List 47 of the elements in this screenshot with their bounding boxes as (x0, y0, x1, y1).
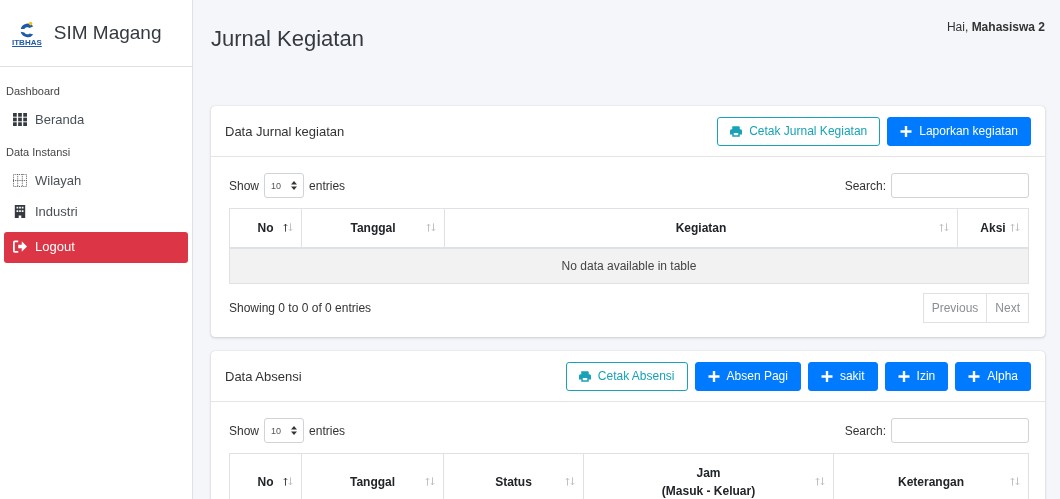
logout-button[interactable]: Logout (4, 232, 188, 263)
add-button[interactable]: Izin (884, 361, 949, 391)
sign-out-icon (13, 240, 27, 253)
column-header[interactable]: Jam (Masuk - Keluar) (583, 453, 834, 499)
show-label: Show (229, 178, 260, 193)
card-title: Data Jurnal kegiatan (225, 123, 345, 139)
sidebar-item[interactable]: Wilayah (4, 166, 188, 197)
column-header[interactable]: Tanggal (301, 453, 444, 499)
logo-text: ITBHAS (12, 37, 42, 47)
table-info: Showing 0 to 0 of 0 entries (229, 301, 372, 315)
plus-icon (707, 370, 720, 382)
printer-icon (730, 125, 743, 137)
show-label: Show (229, 423, 260, 438)
column-header[interactable]: No (229, 453, 302, 499)
nav-section-label: Dashboard (5, 84, 61, 99)
search-field[interactable] (891, 418, 1029, 443)
plus-icon (968, 370, 981, 382)
card-title: Data Absensi (225, 368, 302, 384)
search-label: Search: (844, 423, 886, 438)
plus-icon (900, 125, 913, 137)
entries-select[interactable]: 10 (264, 418, 305, 443)
entries-label: entries (309, 423, 346, 438)
caret-icon (291, 181, 298, 190)
user-greeting: Hai, Mahasiswa 2 (946, 20, 1045, 34)
add-button[interactable]: sakit (807, 361, 878, 391)
sidebar-item[interactable]: Beranda (4, 105, 188, 136)
printer-icon (578, 370, 591, 382)
grid-icon (13, 113, 27, 126)
caret-icon (291, 426, 298, 435)
page-title: Jurnal Kegiatan (211, 26, 364, 52)
app-title: SIM Magang (53, 22, 162, 44)
column-header[interactable]: Status (443, 453, 584, 499)
plus-icon (897, 370, 910, 382)
add-button[interactable]: Laporkan kegiatan (887, 116, 1031, 146)
add-button[interactable]: Absen Pagi (694, 361, 801, 391)
plus-icon (820, 370, 833, 382)
nav-section-label: Data Instansi (5, 145, 72, 160)
entries-label: entries (309, 178, 346, 193)
empty-table-message: No data available in table (229, 248, 1029, 284)
search-field[interactable] (891, 173, 1029, 198)
entries-select[interactable]: 10 (264, 173, 305, 198)
sidebar-item[interactable]: Industri (4, 197, 188, 228)
column-header[interactable]: Keterangan (833, 453, 1029, 499)
add-button[interactable]: Alpha (955, 361, 1031, 391)
dotted-grid-icon (13, 174, 27, 187)
search-label: Search: (844, 178, 886, 193)
building-icon (13, 205, 27, 218)
